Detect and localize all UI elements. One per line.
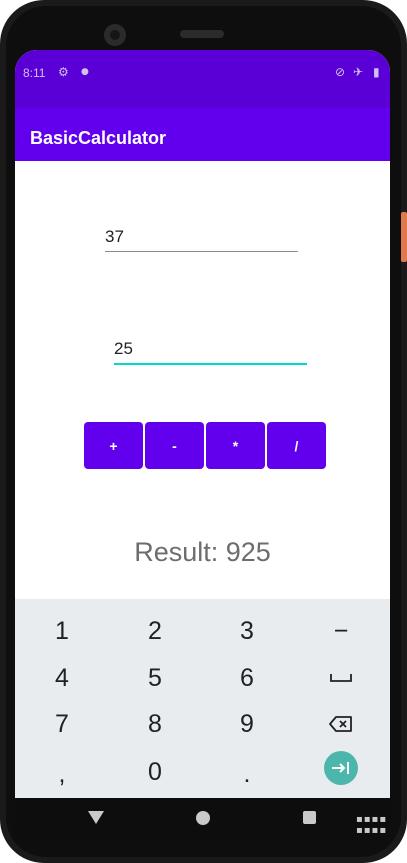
- screen: 8:11 ⚙ ● ⊘ ✈ ▮ BasicCalculator 37 25 + -…: [15, 50, 390, 798]
- key-0[interactable]: 0: [125, 752, 185, 792]
- keyboard-switch-icon[interactable]: ▪▪▪▪ ▪▪▪▪: [356, 814, 387, 836]
- key-9[interactable]: 9: [217, 704, 277, 744]
- key-period[interactable]: .: [217, 754, 277, 794]
- key-2[interactable]: 2: [125, 611, 185, 651]
- operation-buttons: + - * /: [84, 422, 328, 470]
- key-3[interactable]: 3: [217, 611, 277, 651]
- add-button[interactable]: +: [84, 422, 143, 469]
- key-8[interactable]: 8: [125, 704, 185, 744]
- space-icon: [330, 674, 352, 682]
- airplane-icon: ✈: [353, 65, 364, 79]
- second-number-value: 25: [114, 339, 133, 358]
- settings-icon: ⚙: [58, 65, 69, 79]
- divide-button[interactable]: /: [267, 422, 326, 469]
- navigation-bar: ▪▪▪▪ ▪▪▪▪: [15, 798, 390, 840]
- backspace-icon: [329, 716, 352, 732]
- battery-icon: ▮: [373, 65, 380, 79]
- first-number-input[interactable]: 37: [105, 227, 298, 252]
- key-comma[interactable]: ,: [32, 754, 92, 794]
- camera-icon: [104, 24, 126, 46]
- key-6[interactable]: 6: [217, 658, 277, 698]
- status-bar: 8:11 ⚙ ● ⊘ ✈ ▮: [15, 50, 390, 108]
- key-minus[interactable]: −: [311, 611, 371, 651]
- notification-dot-icon: ●: [81, 67, 89, 77]
- key-backspace[interactable]: [311, 704, 371, 744]
- first-number-value: 37: [105, 227, 124, 246]
- second-number-input[interactable]: 25: [114, 339, 307, 365]
- subtract-button[interactable]: -: [145, 422, 204, 469]
- app-title: BasicCalculator: [30, 128, 167, 148]
- key-4[interactable]: 4: [32, 658, 92, 698]
- speaker-grille: [180, 30, 224, 38]
- result-text: Result: 925: [134, 537, 271, 567]
- key-5[interactable]: 5: [125, 658, 185, 698]
- enter-arrow-icon: [332, 762, 349, 774]
- back-icon[interactable]: [88, 811, 104, 824]
- key-space[interactable]: [311, 658, 371, 698]
- power-button[interactable]: [401, 212, 407, 262]
- numeric-keyboard: 1 2 3 − 4 5 6 7 8 9 , 0 .: [15, 599, 390, 798]
- home-icon[interactable]: [196, 811, 210, 825]
- recent-apps-icon[interactable]: [303, 811, 316, 824]
- key-enter[interactable]: [324, 751, 358, 785]
- signal-off-icon: ⊘: [335, 65, 346, 79]
- key-1[interactable]: 1: [32, 611, 92, 651]
- key-7[interactable]: 7: [32, 704, 92, 744]
- multiply-button[interactable]: *: [206, 422, 265, 469]
- status-time: 8:11: [23, 66, 46, 80]
